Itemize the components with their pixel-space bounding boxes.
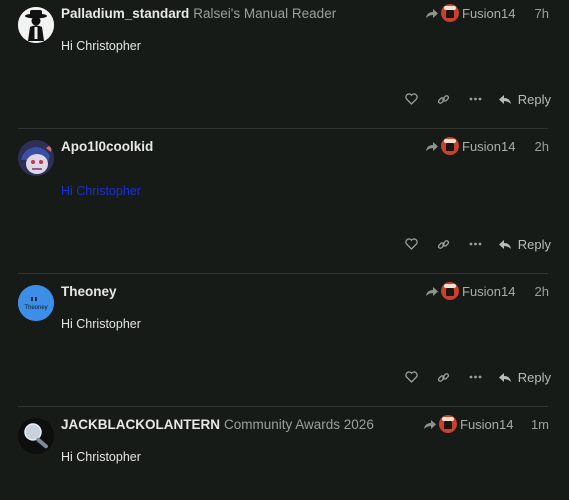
more-button[interactable] bbox=[466, 367, 484, 387]
post-divider bbox=[18, 273, 548, 274]
reply-to-tab[interactable]: Fusion14 bbox=[423, 414, 513, 434]
user-title: Community Awards 2026 bbox=[224, 417, 374, 432]
avatar[interactable] bbox=[18, 418, 54, 454]
link-icon bbox=[437, 239, 449, 249]
post-content-link[interactable]: Hi Christopher bbox=[61, 184, 141, 198]
heart-icon bbox=[404, 371, 418, 383]
reply-icon bbox=[498, 240, 511, 249]
avatar[interactable] bbox=[18, 7, 54, 43]
reply-to-avatar bbox=[441, 4, 459, 22]
reply-to-avatar bbox=[439, 415, 457, 433]
username[interactable]: Palladium_standard Ralsei's Manual Reader bbox=[61, 6, 336, 21]
avatar[interactable]: Theoney bbox=[18, 285, 54, 321]
user-title: Ralsei's Manual Reader bbox=[193, 6, 337, 21]
post-time[interactable]: 7h bbox=[535, 6, 549, 21]
copy-link-button[interactable] bbox=[434, 367, 452, 387]
username[interactable]: Apo1l0coolkid bbox=[61, 139, 153, 154]
more-button[interactable] bbox=[466, 89, 484, 109]
copy-link-button[interactable] bbox=[434, 234, 452, 254]
like-button[interactable] bbox=[402, 234, 420, 254]
reply-icon bbox=[498, 95, 511, 104]
post-content: Hi Christopher bbox=[61, 39, 141, 53]
link-icon bbox=[437, 372, 449, 382]
more-icon bbox=[469, 375, 481, 379]
reply-arrow-icon bbox=[426, 9, 438, 18]
reply-to-tab[interactable]: Fusion14 bbox=[425, 281, 515, 301]
username-text[interactable]: Theoney bbox=[61, 284, 117, 299]
post-divider bbox=[18, 406, 548, 407]
reply-arrow-icon bbox=[426, 287, 438, 296]
reply-to-username: Fusion14 bbox=[462, 283, 516, 299]
reply-button[interactable]: Reply bbox=[498, 367, 551, 387]
username[interactable]: JACKBLACKOLANTERN Community Awards 2026 bbox=[61, 417, 374, 432]
heart-icon bbox=[404, 238, 418, 250]
post-actions: Reply bbox=[0, 89, 569, 109]
post-actions: Reply bbox=[0, 367, 569, 387]
post-actions: Reply bbox=[0, 234, 569, 254]
reply-to-username: Fusion14 bbox=[460, 416, 514, 432]
reply-to-username: Fusion14 bbox=[462, 5, 516, 21]
more-button[interactable] bbox=[466, 234, 484, 254]
more-icon bbox=[469, 97, 481, 101]
reply-button-label[interactable]: Reply bbox=[518, 370, 551, 385]
reply-button[interactable]: Reply bbox=[498, 89, 551, 109]
like-button[interactable] bbox=[402, 89, 420, 109]
copy-link-button[interactable] bbox=[434, 89, 452, 109]
avatar[interactable] bbox=[18, 140, 54, 176]
post-content: Hi Christopher bbox=[61, 450, 141, 464]
reply-to-tab[interactable]: Fusion14 bbox=[425, 136, 515, 156]
reply-to-tab[interactable]: Fusion14 bbox=[425, 3, 515, 23]
post-divider bbox=[18, 128, 548, 129]
reply-to-avatar bbox=[441, 137, 459, 155]
reply-arrow-icon bbox=[424, 420, 436, 429]
username-text[interactable]: Apo1l0coolkid bbox=[61, 139, 153, 154]
username-text[interactable]: Palladium_standard bbox=[61, 6, 189, 21]
more-icon bbox=[469, 242, 481, 246]
post-content: Hi Christopher bbox=[61, 317, 141, 331]
reply-to-avatar bbox=[441, 282, 459, 300]
post-time[interactable]: 1m bbox=[531, 417, 549, 432]
reply-to-username: Fusion14 bbox=[462, 138, 516, 154]
username-text[interactable]: JACKBLACKOLANTERN bbox=[61, 417, 220, 432]
post-time[interactable]: 2h bbox=[535, 139, 549, 154]
reply-icon bbox=[498, 373, 511, 382]
heart-icon bbox=[404, 93, 418, 105]
reply-arrow-icon bbox=[426, 142, 438, 151]
link-icon bbox=[437, 94, 449, 104]
reply-button-label[interactable]: Reply bbox=[518, 92, 551, 107]
username[interactable]: Theoney bbox=[61, 284, 117, 299]
reply-button[interactable]: Reply bbox=[498, 234, 551, 254]
reply-button-label[interactable]: Reply bbox=[518, 237, 551, 252]
avatar-label: Theoney bbox=[24, 305, 47, 311]
like-button[interactable] bbox=[402, 367, 420, 387]
post-time[interactable]: 2h bbox=[535, 284, 549, 299]
